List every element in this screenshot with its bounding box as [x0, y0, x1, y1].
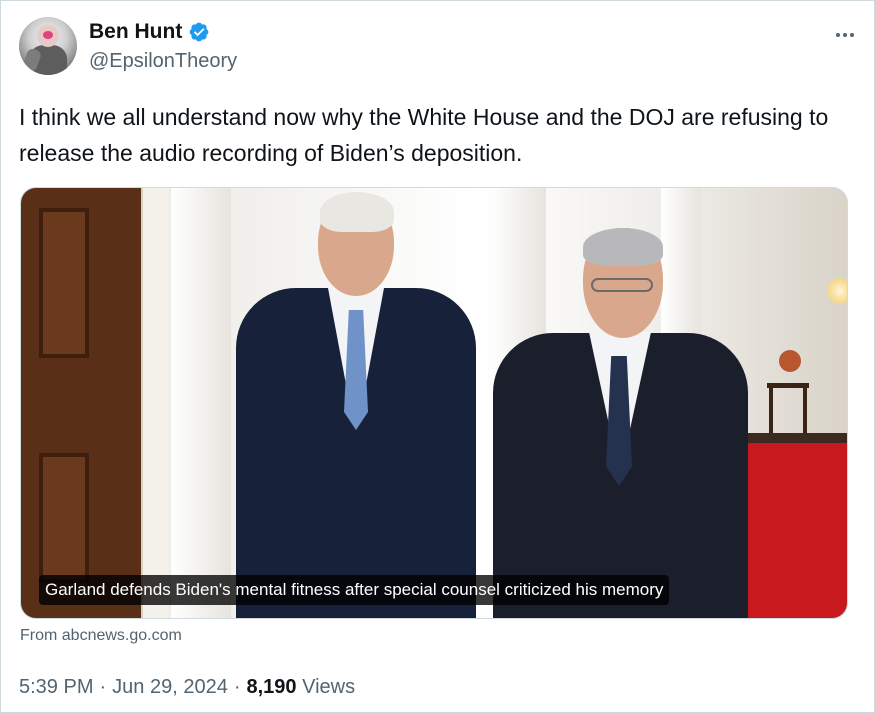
- link-card-image[interactable]: Garland defends Biden's mental fitness a…: [20, 187, 848, 619]
- hair: [583, 228, 663, 266]
- views-label: Views: [302, 676, 356, 698]
- meta-separator: ·: [99, 676, 107, 698]
- door-panel: [39, 453, 89, 583]
- meta-separator: ·: [233, 676, 241, 698]
- views-count[interactable]: 8,190: [246, 676, 296, 698]
- glasses: [591, 278, 653, 292]
- avatar[interactable]: [19, 17, 77, 75]
- flower-vase: [779, 350, 801, 372]
- author-handle[interactable]: @EpsilonTheory: [89, 50, 237, 73]
- tweet-card: Ben Hunt @EpsilonTheory I think we all u…: [0, 0, 875, 713]
- verified-badge-icon[interactable]: [188, 21, 210, 43]
- person-left: [236, 188, 476, 618]
- more-horizontal-icon[interactable]: [831, 21, 859, 49]
- tweet-header: Ben Hunt @EpsilonTheory: [19, 17, 859, 79]
- link-source[interactable]: From abcnews.go.com: [20, 627, 182, 645]
- wall-lamp: [827, 278, 847, 304]
- person-right: [493, 228, 748, 618]
- avatar-figure-mask: [43, 31, 53, 39]
- author-name-line: Ben Hunt: [89, 20, 210, 44]
- tweet-text: I think we all understand now why the Wh…: [19, 104, 835, 166]
- hair: [320, 192, 394, 232]
- side-table: [767, 383, 809, 433]
- tweet-date[interactable]: Jun 29, 2024: [112, 676, 228, 699]
- tweet-time[interactable]: 5:39 PM: [19, 676, 93, 699]
- author-display-name[interactable]: Ben Hunt: [89, 20, 182, 44]
- pillar: [171, 188, 231, 618]
- tweet-meta: 5:39 PM · Jun 29, 2024 · 8,190 Views: [19, 676, 355, 699]
- wooden-door: [21, 188, 169, 618]
- door-panel: [39, 208, 89, 358]
- link-card-title: Garland defends Biden's mental fitness a…: [39, 575, 670, 605]
- door-frame: [141, 188, 169, 618]
